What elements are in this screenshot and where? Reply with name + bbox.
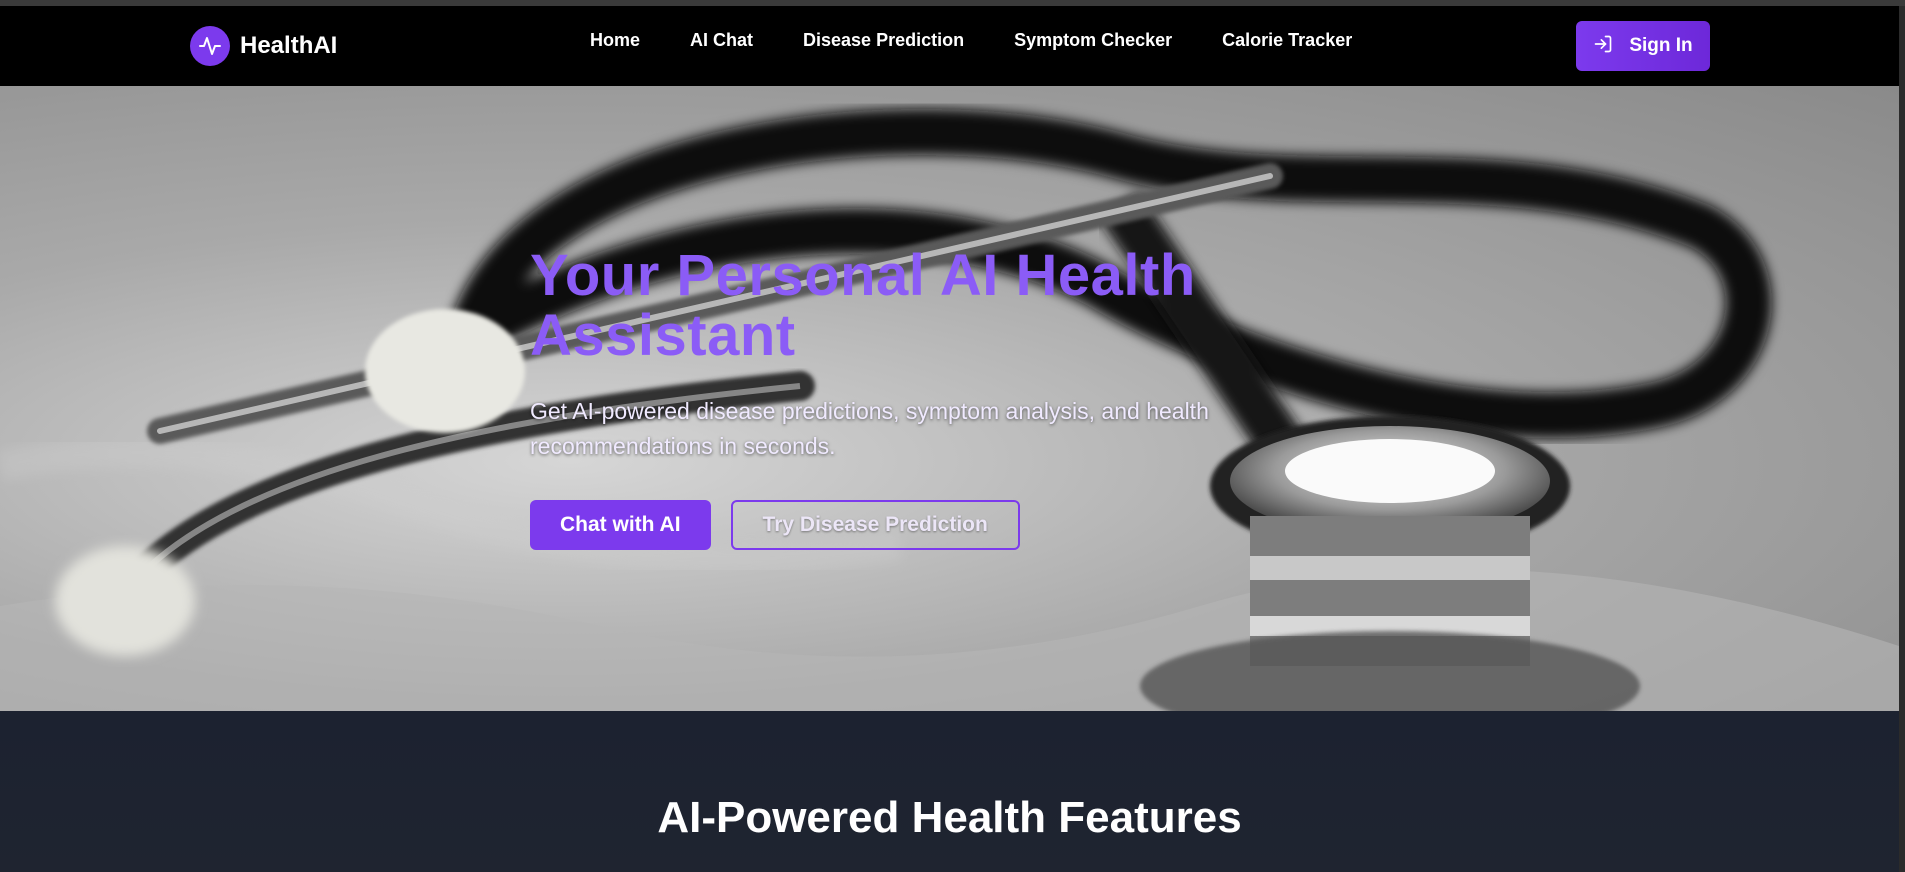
hero-subtitle: Get AI-powered disease predictions, symp… [530, 398, 1209, 459]
nav-link-calorie-tracker[interactable]: Calorie Tracker [1222, 30, 1352, 51]
pulse-icon [190, 26, 230, 66]
brand[interactable]: HealthAI [190, 26, 337, 66]
hero-title: Your Personal AI Health Assistant [530, 243, 1196, 368]
hero-actions: Chat with AI Try Disease Prediction [530, 500, 1330, 550]
hero-section: Your Personal AI Health Assistant Get AI… [0, 86, 1899, 711]
chat-with-ai-button[interactable]: Chat with AI [530, 500, 711, 550]
sign-in-button[interactable]: Sign In [1576, 21, 1710, 71]
navbar: HealthAI Home AI Chat Disease Prediction… [0, 6, 1899, 86]
sign-in-label: Sign In [1629, 35, 1693, 56]
try-disease-prediction-button[interactable]: Try Disease Prediction [730, 500, 1020, 550]
brand-name: HealthAI [240, 32, 338, 59]
nav-link-symptom-checker[interactable]: Symptom Checker [1014, 30, 1172, 51]
features-title: AI-Powered Health Features [657, 793, 1242, 842]
hero-content: Your Personal AI Health Assistant Get AI… [530, 246, 1330, 550]
login-arrow-icon [1593, 34, 1613, 59]
page-scrollbar[interactable] [1899, 6, 1905, 872]
main-nav: Home AI Chat Disease Prediction Symptom … [590, 30, 1352, 51]
features-section: AI-Powered Health Features [0, 711, 1899, 872]
nav-link-home[interactable]: Home [590, 30, 640, 51]
nav-link-disease-prediction[interactable]: Disease Prediction [803, 30, 964, 51]
nav-link-ai-chat[interactable]: AI Chat [690, 30, 753, 51]
